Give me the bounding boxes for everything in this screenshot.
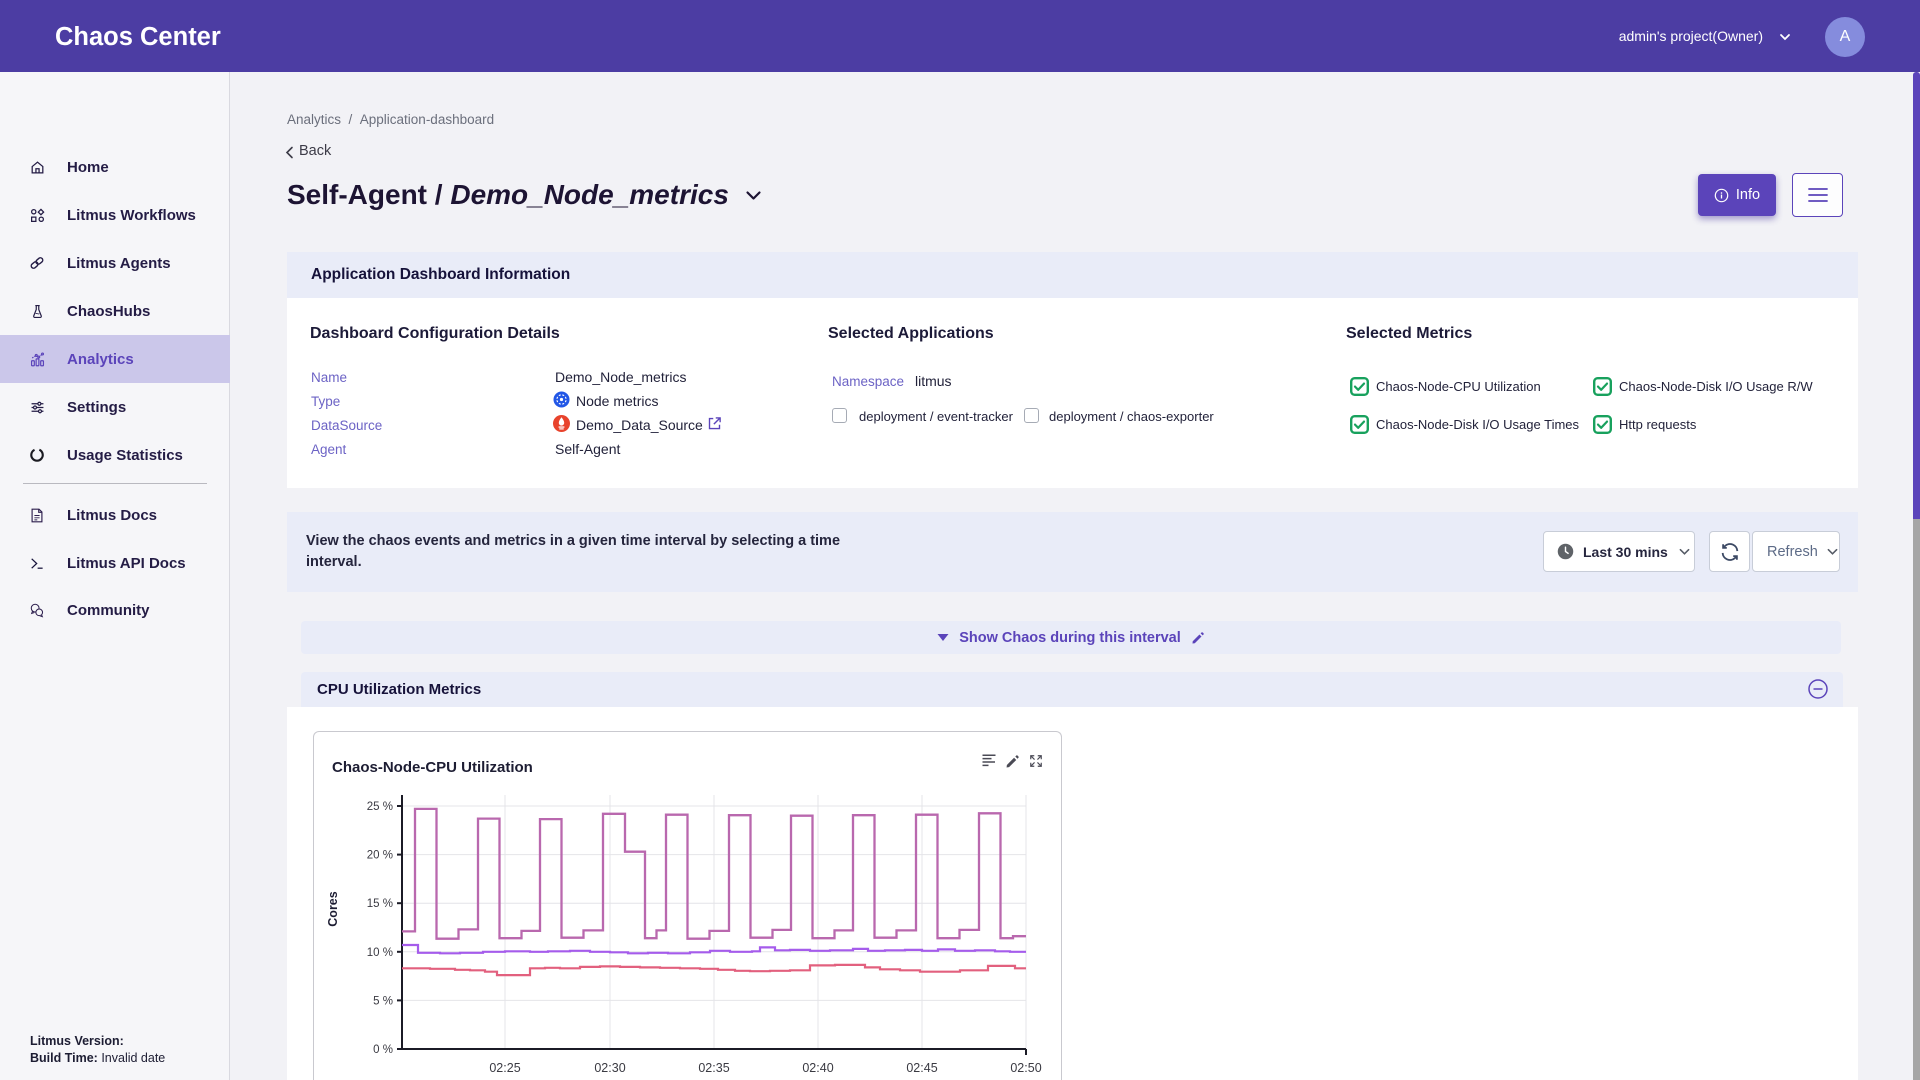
svg-text:Cores: Cores: [326, 891, 340, 926]
svg-text:25 %: 25 %: [367, 801, 393, 813]
svg-text:5 %: 5 %: [373, 995, 393, 1007]
svg-text:10 %: 10 %: [367, 947, 393, 959]
svg-text:02:35: 02:35: [698, 1061, 729, 1075]
svg-text:02:30: 02:30: [594, 1061, 625, 1075]
svg-text:02:50: 02:50: [1010, 1061, 1041, 1075]
svg-text:02:40: 02:40: [802, 1061, 833, 1075]
svg-text:02:25: 02:25: [489, 1061, 520, 1075]
svg-text:02:45: 02:45: [906, 1061, 937, 1075]
svg-text:0 %: 0 %: [373, 1044, 393, 1056]
svg-text:15 %: 15 %: [367, 898, 393, 910]
svg-text:20 %: 20 %: [367, 850, 393, 862]
